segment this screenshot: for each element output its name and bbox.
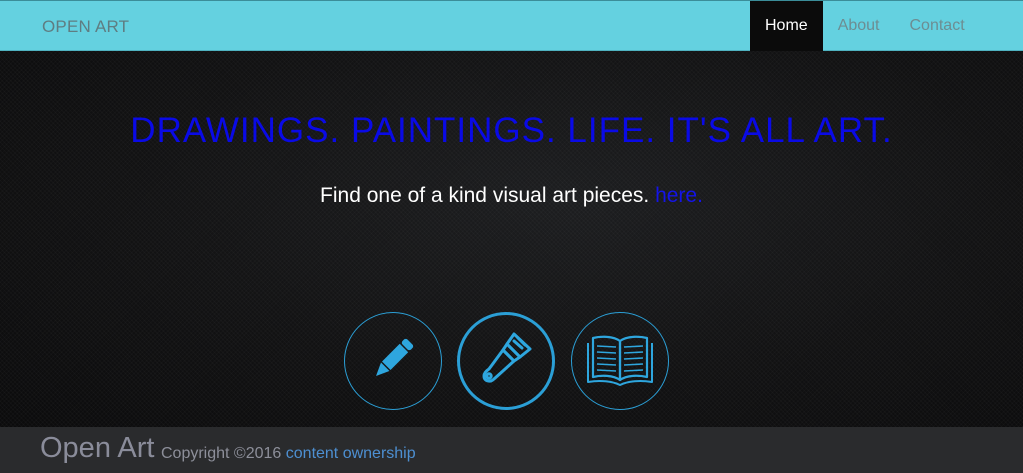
nav-home-link[interactable]: Home bbox=[750, 1, 823, 51]
hero-subline: Find one of a kind visual art pieces. he… bbox=[0, 184, 1023, 208]
content-ownership-link[interactable]: content ownership bbox=[286, 445, 416, 462]
painting-feature-circle[interactable] bbox=[457, 312, 555, 410]
top-navbar: OPEN ART Home About Contact bbox=[0, 0, 1023, 51]
open-book-icon bbox=[583, 327, 657, 396]
footer-copyright: Copyright ©2016 content ownership bbox=[161, 445, 416, 463]
hero-subline-text: Find one of a kind visual art pieces. bbox=[320, 184, 650, 207]
hero-headline: DRAWINGS. PAINTINGS. LIFE. IT'S ALL ART. bbox=[130, 111, 893, 150]
footer-brand: Open Art bbox=[40, 432, 155, 464]
nav-contact-link[interactable]: Contact bbox=[895, 1, 980, 51]
pencil-icon bbox=[363, 329, 423, 394]
page-footer: Open Art Copyright ©2016 content ownersh… bbox=[0, 427, 1023, 473]
nav-about-link[interactable]: About bbox=[823, 1, 895, 51]
literature-feature-circle[interactable] bbox=[571, 312, 669, 410]
brand-link[interactable]: OPEN ART bbox=[42, 17, 129, 37]
hero-here-link[interactable]: here. bbox=[655, 184, 703, 207]
drawing-feature-circle[interactable] bbox=[344, 312, 442, 410]
hero-section: DRAWINGS. PAINTINGS. LIFE. IT'S ALL ART.… bbox=[0, 51, 1023, 427]
nav-links: Home About Contact bbox=[750, 1, 980, 51]
paintbrush-icon bbox=[474, 327, 538, 396]
copyright-text: Copyright ©2016 bbox=[161, 445, 282, 462]
